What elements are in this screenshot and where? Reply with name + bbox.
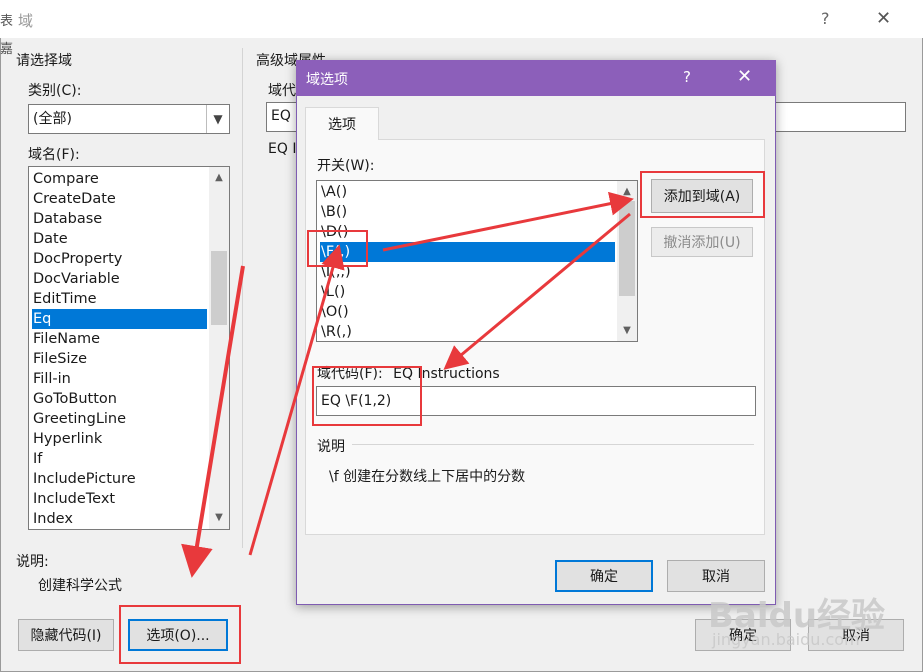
arrow-to-options: [181, 265, 245, 578]
annotation-arrows: [181, 191, 634, 578]
arrow-to-add-button: [382, 191, 634, 252]
arrow-to-switch: [248, 244, 345, 556]
arrow-to-field-code: [443, 212, 631, 370]
watermark-url: jingyan.baidu.com: [712, 630, 860, 649]
